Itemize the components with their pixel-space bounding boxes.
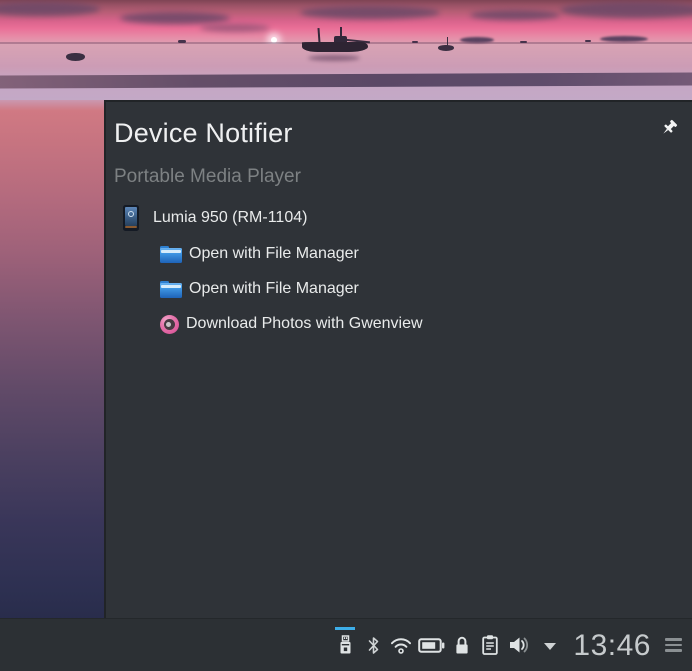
gwenview-icon	[160, 315, 179, 334]
hamburger-bar	[665, 638, 682, 641]
wifi-glyph	[390, 636, 412, 655]
folder-icon	[160, 246, 182, 263]
chevron-down-icon	[544, 643, 556, 650]
folder-icon	[160, 281, 182, 298]
popup-title: Device Notifier	[114, 116, 692, 150]
hamburger-icon[interactable]	[665, 638, 682, 652]
battery-icon[interactable]	[418, 633, 445, 657]
pin-icon	[659, 118, 679, 138]
folder-paper	[161, 250, 181, 253]
action-open-file-manager-1[interactable]: Open with File Manager	[160, 244, 692, 264]
fishing-boat-silhouette	[300, 27, 372, 55]
cloud	[560, 2, 692, 18]
action-label: Open with File Manager	[189, 280, 359, 298]
pin-button[interactable]	[657, 116, 681, 140]
boat-reflection	[308, 55, 360, 61]
small-boat-silhouette	[66, 53, 85, 61]
action-open-file-manager-2[interactable]: Open with File Manager	[160, 279, 692, 299]
desktop: Device Notifier Portable Media Player Lu…	[0, 0, 692, 671]
lock-glyph	[454, 635, 470, 656]
device-notifier-popup: Device Notifier Portable Media Player Lu…	[104, 100, 692, 618]
boat-mast	[317, 28, 320, 43]
folder-paper	[161, 285, 181, 288]
hamburger-bar	[665, 644, 682, 647]
clipboard-glyph	[481, 634, 499, 656]
expand-tray-arrow[interactable]	[539, 633, 561, 657]
screen-lock-icon[interactable]	[451, 633, 473, 657]
speaker-glyph	[508, 635, 532, 655]
boat-mast	[447, 37, 449, 46]
land-smudge	[460, 37, 494, 43]
action-download-photos-gwenview[interactable]: Download Photos with Gwenview	[160, 314, 692, 334]
action-label: Open with File Manager	[189, 245, 359, 263]
device-name: Lumia 950 (RM-1104)	[153, 209, 307, 227]
wifi-icon[interactable]	[390, 633, 412, 657]
horizon-speck	[178, 40, 186, 43]
bluetooth-icon[interactable]	[362, 633, 384, 657]
horizon-speck	[520, 41, 527, 43]
usb-stick-icon	[337, 634, 354, 656]
cloud	[120, 12, 230, 24]
cloud	[0, 2, 100, 16]
horizon-speck	[585, 40, 591, 42]
smartphone-icon	[123, 205, 139, 231]
land-smudge	[600, 36, 648, 42]
volume-icon[interactable]	[507, 633, 533, 657]
bottom-panel: 13:46	[0, 618, 692, 671]
clipboard-icon[interactable]	[479, 633, 501, 657]
phone-photo-strip	[125, 226, 137, 229]
popup-subtitle: Portable Media Player	[114, 165, 692, 189]
device-row[interactable]: Lumia 950 (RM-1104)	[123, 204, 692, 231]
small-boat-silhouette	[438, 45, 454, 51]
gwenview-glint	[166, 322, 171, 327]
battery-glyph	[418, 638, 445, 653]
active-indicator-bar	[335, 627, 355, 630]
digital-clock[interactable]: 13:46	[573, 619, 651, 671]
cloud	[300, 6, 440, 19]
bluetooth-glyph	[366, 635, 381, 656]
device-notifier-usb-icon[interactable]	[334, 633, 356, 657]
cloud	[470, 10, 560, 20]
cloud	[200, 24, 270, 32]
horizon-speck	[412, 41, 418, 43]
hamburger-bar	[665, 649, 682, 652]
boat-hull	[302, 42, 368, 52]
action-label: Download Photos with Gwenview	[186, 315, 423, 333]
